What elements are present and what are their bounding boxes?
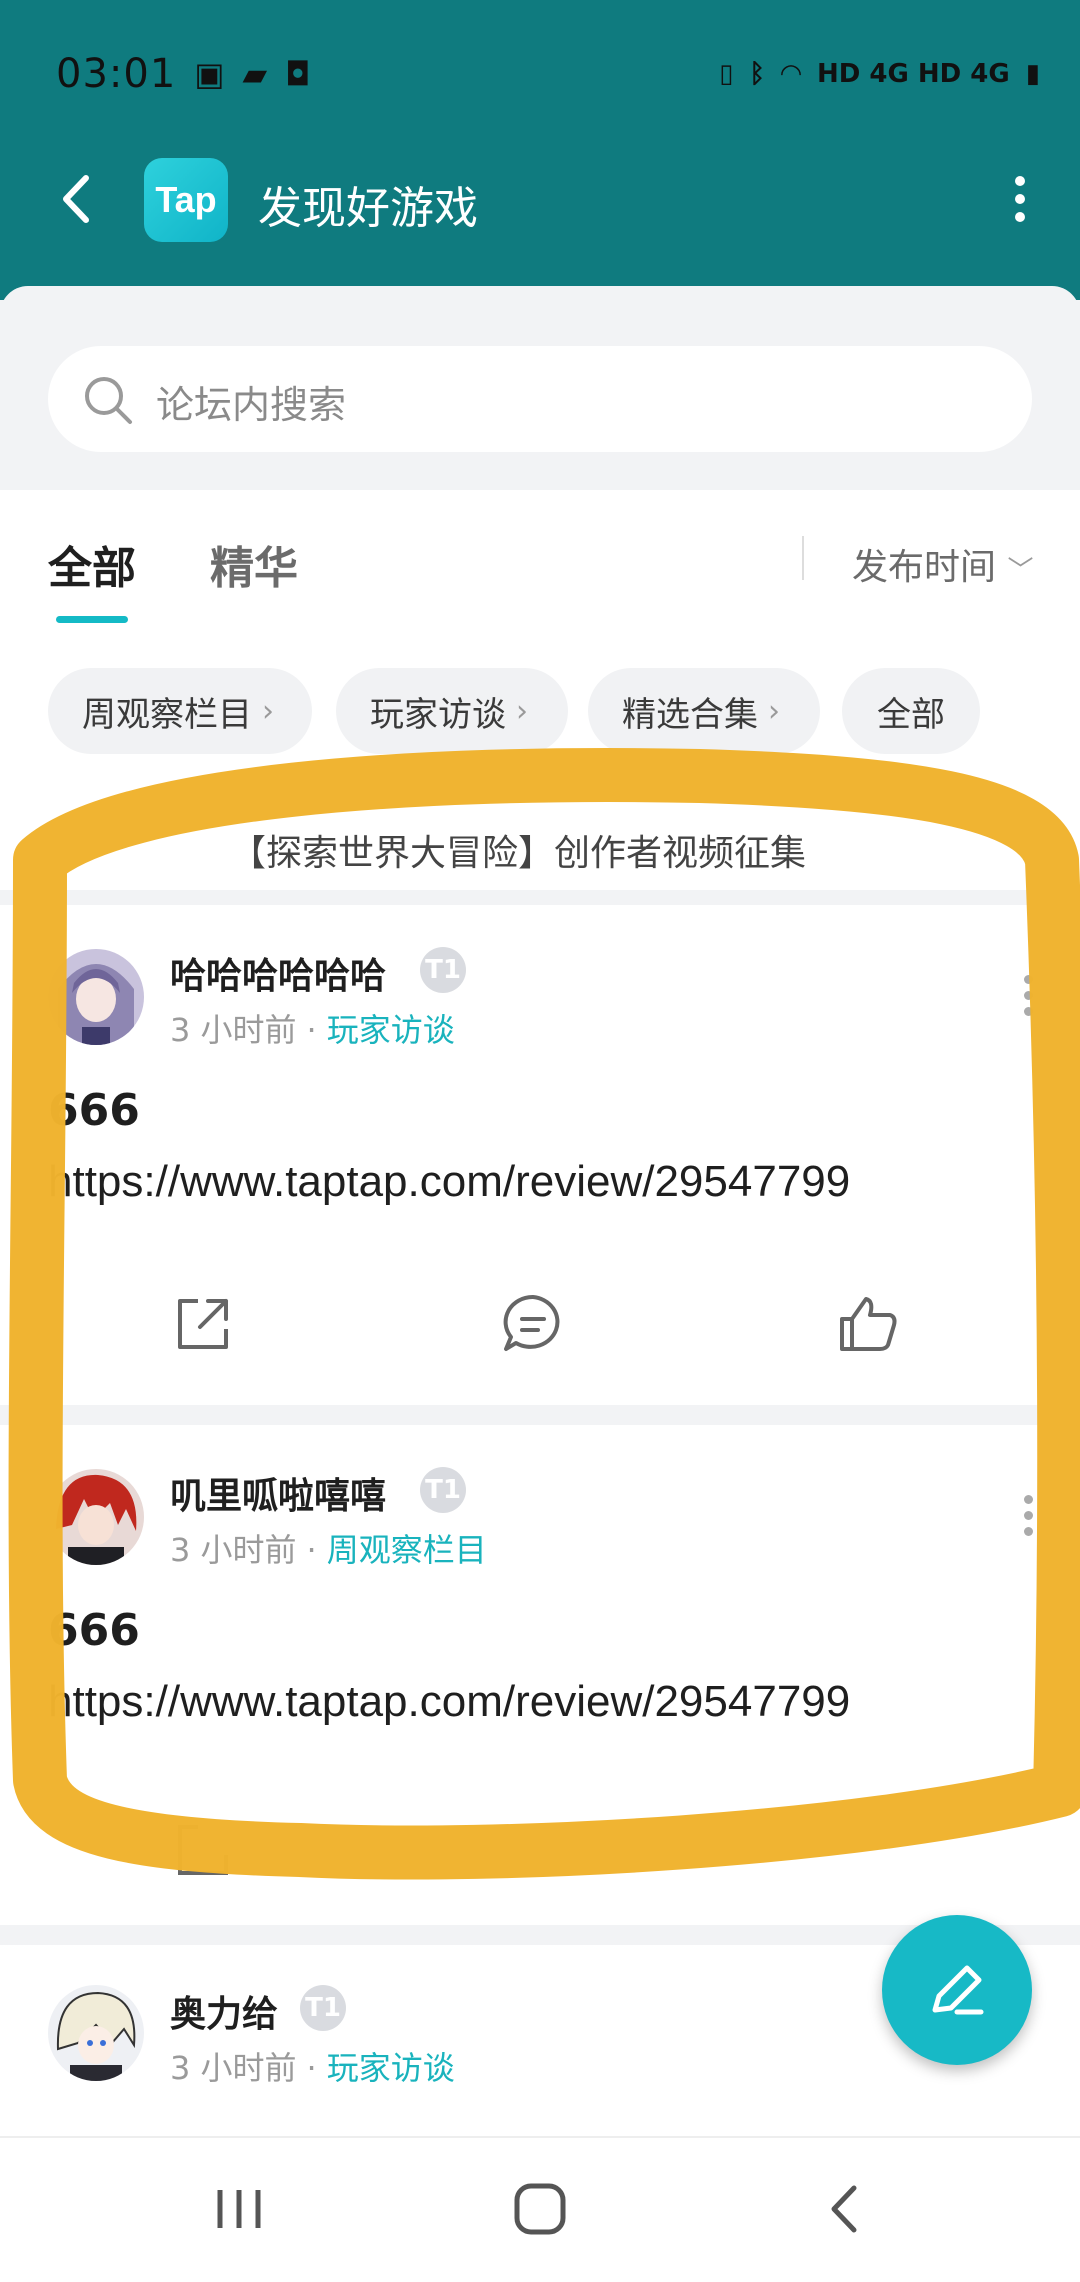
back-arrow-icon[interactable] [44, 164, 114, 234]
chevron-right-icon: › [516, 693, 528, 729]
avatar[interactable] [48, 1469, 144, 1565]
post-title: 666 [48, 1605, 140, 1656]
recents-icon[interactable] [204, 2174, 274, 2244]
post-time: 3 小时前 [170, 2049, 297, 2087]
more-menu-icon[interactable] [1008, 176, 1032, 226]
level-badge: T1 [420, 1467, 466, 1513]
share-icon[interactable] [168, 1815, 238, 1885]
tab-indicator [56, 616, 128, 623]
chevron-down-icon: ﹀ [1007, 556, 1034, 586]
username[interactable]: 奥力给 [170, 1985, 278, 2037]
post-link[interactable]: https://www.taptap.com/review/29547799 [48, 1157, 850, 1207]
chevron-right-icon: › [262, 693, 274, 729]
share-icon[interactable] [168, 1289, 238, 1359]
divider [802, 536, 804, 580]
post-link[interactable]: https://www.taptap.com/review/29547799 [48, 1677, 850, 1727]
filter-area: 全部 精华 发布时间 ﹀ 周观察栏目 › 玩家访谈 › 精选合集 › 全部 [0, 490, 1080, 780]
status-bar: 03:01 ▣ ▰ ◘ ▯ ᛒ ◠ HD 4G HD 4G ▮ [56, 44, 1040, 104]
post-category[interactable]: 周观察栏目 [327, 1531, 487, 1569]
like-icon[interactable] [832, 1289, 902, 1359]
post-card[interactable]: 叽里呱啦嘻嘻 T1 3 小时前 · 周观察栏目 666 https://www.ta… [0, 1425, 1080, 1925]
status-indicators: ▯ ᛒ ◠ HD 4G HD 4G ▮ [719, 44, 1040, 104]
post-card[interactable]: 哈哈哈哈哈哈 T1 3 小时前 · 玩家访谈 666 https://www.tap… [0, 905, 1080, 1405]
chip-label: 周观察栏目 [82, 694, 252, 735]
chip-label: 精选合集 [622, 694, 758, 735]
taptap-logo: Tap [144, 158, 228, 242]
chip-label: 玩家访谈 [370, 694, 506, 735]
app-bar: Tap 发现好游戏 [0, 150, 1080, 250]
battery-icon: ▮ [1025, 59, 1040, 89]
tab-all[interactable]: 全部 [48, 532, 136, 596]
username[interactable]: 叽里呱啦嘻嘻 [170, 1467, 386, 1519]
search-placeholder: 论坛内搜索 [156, 383, 347, 427]
back-icon[interactable] [810, 2174, 880, 2244]
avatar[interactable] [48, 1985, 144, 2081]
search-section: 论坛内搜索 [0, 286, 1080, 486]
post-meta: 3 小时前 · 玩家访谈 [170, 2043, 455, 2089]
top-bar: 03:01 ▣ ▰ ◘ ▯ ᛒ ◠ HD 4G HD 4G ▮ Tap 发现好游… [0, 0, 1080, 300]
compose-button[interactable] [882, 1915, 1032, 2065]
post-category[interactable]: 玩家访谈 [327, 1011, 455, 1049]
separator-dot: · [306, 2049, 317, 2087]
post-time: 3 小时前 [170, 1531, 297, 1569]
post-category[interactable]: 玩家访谈 [327, 2049, 455, 2087]
comment-icon[interactable] [498, 1289, 568, 1359]
home-icon[interactable] [505, 2174, 575, 2244]
page-title: 发现好游戏 [258, 183, 478, 234]
separator-dot: · [306, 1531, 317, 1569]
post-more-icon[interactable] [1024, 1495, 1034, 1543]
system-nav-bar [0, 2136, 1080, 2282]
network-indicators: HD 4G HD 4G [816, 59, 1010, 89]
notice-text: 【探索世界大冒险】创作者视频征集 [230, 833, 807, 874]
chip-label: 全部 [877, 694, 945, 735]
level-badge: T1 [420, 947, 466, 993]
separator-dot: · [306, 1011, 317, 1049]
gallery-icon: ▣ [194, 55, 225, 93]
message-icon: ▰ [242, 55, 268, 93]
chevron-right-icon: › [768, 693, 780, 729]
tab-essence[interactable]: 精华 [210, 532, 298, 596]
pen-icon [932, 1965, 984, 2015]
battery-saver-icon: ▯ [719, 59, 734, 89]
post-meta: 3 小时前 · 玩家访谈 [170, 1005, 455, 1051]
wifi-icon: ◠ [780, 59, 801, 89]
bluetooth-icon: ᛒ [749, 59, 765, 89]
chip-interview[interactable]: 玩家访谈 › [336, 668, 568, 754]
post-time: 3 小时前 [170, 1011, 297, 1049]
chip-all[interactable]: 全部 [842, 668, 980, 754]
level-badge: T1 [300, 1985, 346, 2031]
avatar[interactable] [48, 949, 144, 1045]
search-input[interactable]: 论坛内搜索 [48, 346, 1032, 452]
username[interactable]: 哈哈哈哈哈哈 [170, 947, 386, 999]
post-more-icon[interactable] [1024, 975, 1034, 1023]
shopping-bag-icon: ◘ [285, 55, 311, 93]
status-time: 03:01 [56, 51, 177, 97]
post-meta: 3 小时前 · 周观察栏目 [170, 1525, 487, 1571]
chip-collection[interactable]: 精选合集 › [588, 668, 820, 754]
search-icon [85, 377, 132, 424]
chip-weekly[interactable]: 周观察栏目 › [48, 668, 312, 754]
sort-dropdown[interactable]: 发布时间 ﹀ [852, 538, 1033, 590]
sort-label: 发布时间 [852, 547, 997, 588]
pinned-notice[interactable]: 【探索世界大冒险】创作者视频征集 [0, 780, 1080, 890]
post-title: 666 [48, 1085, 140, 1136]
